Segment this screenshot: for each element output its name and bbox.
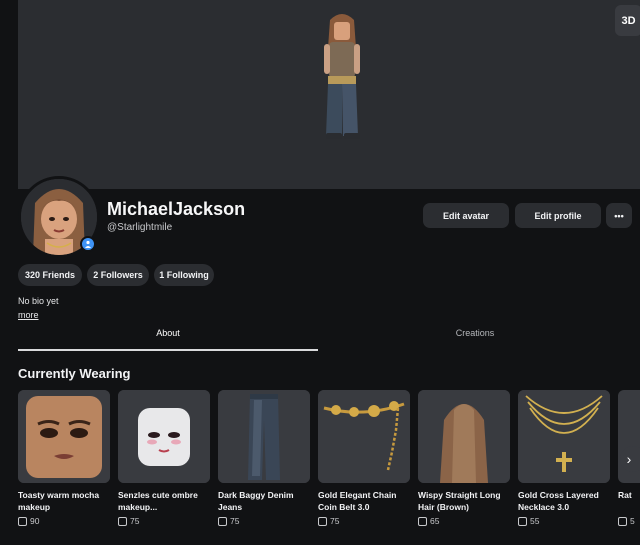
item-thumbnail xyxy=(518,390,610,483)
view-3d-button[interactable]: 3D xyxy=(615,5,640,36)
followers-count-button[interactable]: 2 Followers xyxy=(87,264,149,286)
item-price: 90 xyxy=(18,516,110,526)
item-name: Gold Cross Layered Necklace 3.0 xyxy=(518,490,599,512)
item-name: Toasty warm mocha makeup xyxy=(18,490,100,512)
friends-count-button[interactable]: 320 Friends xyxy=(18,264,82,286)
item-thumbnail xyxy=(418,390,510,483)
bio-text: No bio yet xyxy=(18,296,59,306)
more-options-button[interactable]: ••• xyxy=(606,203,632,228)
list-item[interactable]: Senzles cute ombre makeup... 75 xyxy=(118,390,210,526)
username: @Starlightmile xyxy=(107,222,173,233)
avatar-3d-figure xyxy=(324,14,360,139)
active-tab-indicator xyxy=(18,349,318,351)
edit-profile-button[interactable]: Edit profile xyxy=(515,203,601,228)
person-icon xyxy=(80,236,96,252)
list-item[interactable]: Dark Baggy Denim Jeans 75 xyxy=(218,390,310,526)
robux-icon xyxy=(218,516,227,526)
list-item[interactable]: Wispy Straight Long Hair (Brown) 65 xyxy=(418,390,510,526)
display-name: MichaelJackson xyxy=(107,199,246,219)
item-price: 5 xyxy=(618,516,640,526)
robux-icon xyxy=(118,516,127,526)
section-title: Currently Wearing xyxy=(18,366,131,381)
item-price: 75 xyxy=(318,516,410,526)
robux-icon xyxy=(518,516,527,526)
item-name: Rat xyxy=(618,490,632,500)
list-item[interactable]: Gold Elegant Chain Coin Belt 3.0 75 xyxy=(318,390,410,526)
item-price: 65 xyxy=(418,516,510,526)
avatar-banner[interactable]: 3D xyxy=(18,0,640,189)
tab-about[interactable]: About xyxy=(18,328,318,338)
robux-icon xyxy=(18,516,27,526)
item-price: 55 xyxy=(518,516,610,526)
item-name: Gold Elegant Chain Coin Belt 3.0 xyxy=(318,490,397,512)
item-name: Wispy Straight Long Hair (Brown) xyxy=(418,490,501,512)
robux-icon xyxy=(418,516,427,526)
item-thumbnail xyxy=(18,390,110,483)
list-item[interactable]: Gold Cross Layered Necklace 3.0 55 xyxy=(518,390,610,526)
more-options-icon: ••• xyxy=(614,210,624,221)
item-thumbnail xyxy=(218,390,310,483)
bio-more-link[interactable]: more xyxy=(18,310,39,320)
carousel-next-button[interactable]: › xyxy=(620,446,640,472)
item-price: 75 xyxy=(118,516,210,526)
robux-icon xyxy=(318,516,327,526)
following-count-button[interactable]: 1 Following xyxy=(154,264,214,286)
robux-icon xyxy=(618,516,627,526)
wearing-carousel: Toasty warm mocha makeup 90 Senzles cute… xyxy=(18,390,640,530)
item-name: Senzles cute ombre makeup... xyxy=(118,490,198,512)
item-name: Dark Baggy Denim Jeans xyxy=(218,490,294,512)
item-thumbnail xyxy=(118,390,210,483)
item-price: 75 xyxy=(218,516,310,526)
edit-avatar-button[interactable]: Edit avatar xyxy=(423,203,509,228)
list-item[interactable]: Toasty warm mocha makeup 90 xyxy=(18,390,110,526)
chevron-right-icon: › xyxy=(626,451,632,467)
item-thumbnail xyxy=(318,390,410,483)
tab-creations[interactable]: Creations xyxy=(325,328,625,338)
